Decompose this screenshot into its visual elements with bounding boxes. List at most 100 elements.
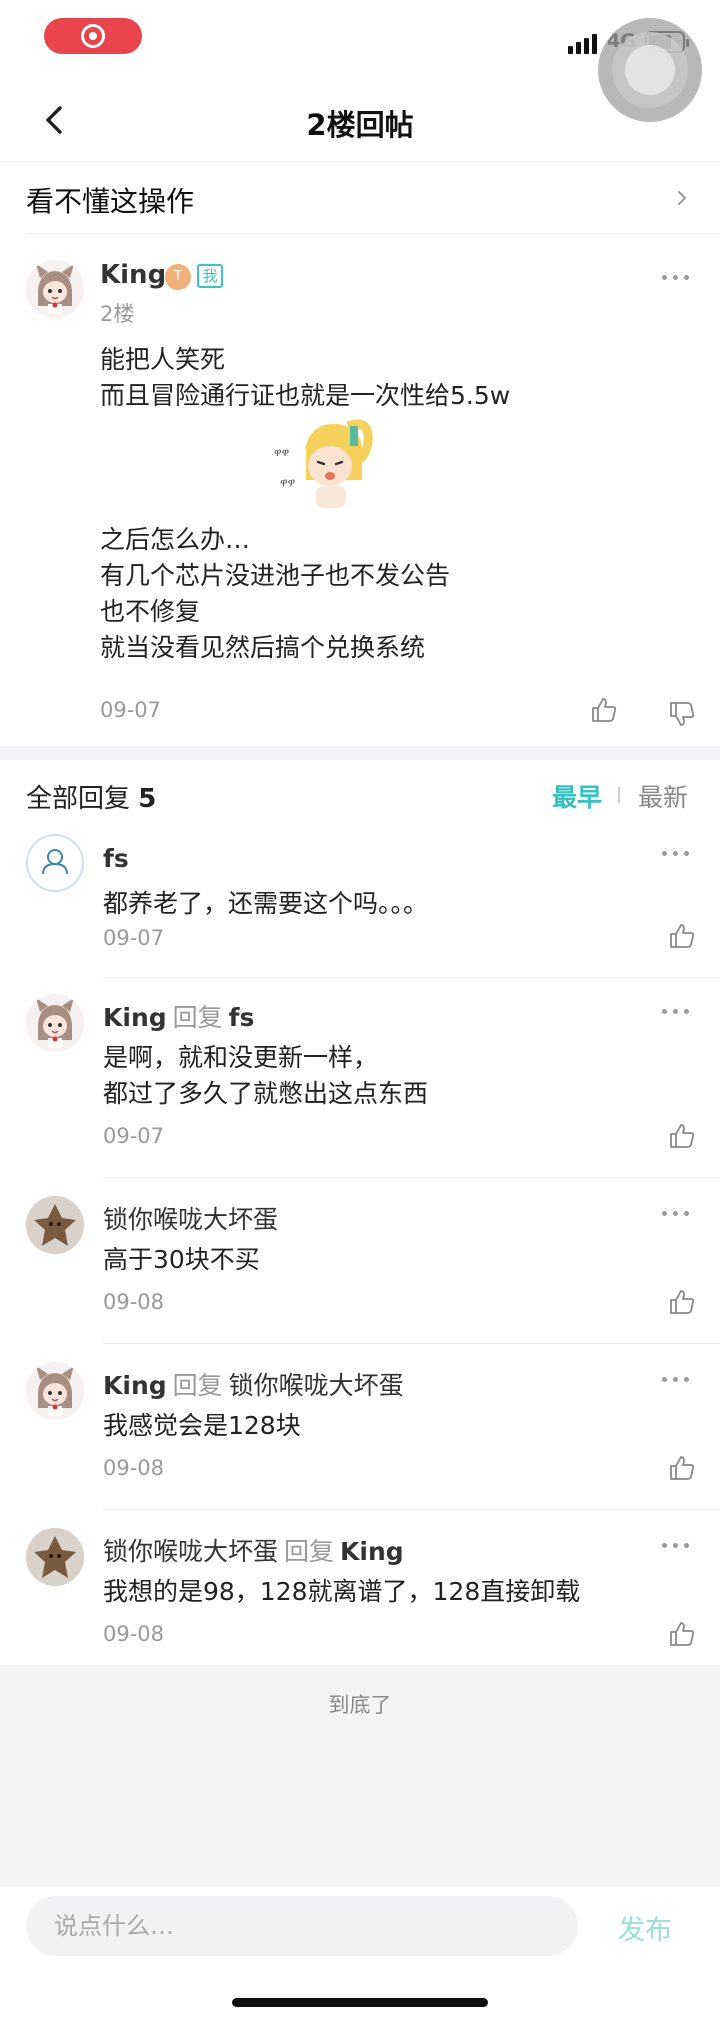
- reply-line: 都过了多久了就憋出这点东西: [103, 1079, 429, 1108]
- reply-author[interactable]: King: [103, 1371, 167, 1400]
- reply-line: 高于30块不买: [103, 1245, 260, 1274]
- reply-date: 09-08: [103, 1290, 165, 1314]
- reply-item: King 回复 锁你喉咙大坏蛋 我感觉会是128块 09-08: [0, 1356, 720, 1510]
- anime-girl-avatar-icon: [26, 260, 84, 318]
- topic-link[interactable]: 看不懂这操作: [0, 162, 720, 234]
- post-date: 09-07: [100, 698, 162, 722]
- reply-to-label: 回复: [284, 1537, 335, 1566]
- svg-text:ዋዋ: ዋዋ: [280, 476, 296, 489]
- signal-icon: [568, 32, 598, 54]
- divider: [103, 1509, 720, 1510]
- reply-header: fs: [103, 844, 129, 873]
- publish-button[interactable]: 发布: [618, 1908, 672, 1947]
- reply-target[interactable]: King: [340, 1537, 404, 1566]
- reply-header: King 回复 锁你喉咙大坏蛋: [103, 1366, 404, 1402]
- replies-header: 全部回复 5 最早 最新: [0, 760, 720, 834]
- more-options-icon[interactable]: [662, 1006, 690, 1016]
- avatar[interactable]: [26, 1196, 84, 1254]
- reply-item: fs 都养老了，还需要这个吗。。。 09-07: [0, 834, 720, 978]
- reply-line: 是啊，就和没更新一样，: [103, 1043, 379, 1072]
- avatar[interactable]: [26, 834, 84, 892]
- post-line: 就当没看见然后搞个兑换系统: [100, 633, 426, 662]
- reply-item: 锁你喉咙大坏蛋 回复 King 我想的是98，128就离谱了，128直接卸载 09-…: [0, 1522, 720, 1665]
- reply-header: King 回复 fs: [103, 998, 254, 1034]
- reply-item: King 回复 fs 是啊，就和没更新一样， 都过了多久了就憋出这点东西 09-07: [0, 988, 720, 1178]
- home-indicator[interactable]: [232, 1998, 488, 2007]
- reply-date: 09-07: [103, 1124, 165, 1148]
- reply-text: 是啊，就和没更新一样， 都过了多久了就憋出这点东西: [103, 1040, 428, 1112]
- topic-title: 看不懂这操作: [26, 185, 195, 218]
- chevron-right-icon: [678, 191, 686, 205]
- more-options-icon[interactable]: [662, 1208, 690, 1218]
- nav-bar: 2楼回帖: [0, 80, 720, 162]
- more-options-icon[interactable]: [662, 1540, 690, 1550]
- avatar[interactable]: [26, 1362, 84, 1420]
- more-options-icon[interactable]: [662, 1374, 690, 1384]
- default-user-icon: [42, 849, 68, 875]
- section-separator: [0, 746, 720, 760]
- me-badge: 我: [197, 264, 223, 288]
- reply-text: 我想的是98，128就离谱了，128直接卸载: [103, 1574, 580, 1610]
- reply-date: 09-08: [103, 1622, 165, 1646]
- post-line: 之后怎么办…: [100, 525, 251, 554]
- divider: [103, 1343, 720, 1344]
- status-bar: 4G: [0, 0, 720, 122]
- avatar[interactable]: [26, 994, 84, 1052]
- screen-recording-indicator[interactable]: [44, 18, 142, 54]
- reply-line: 我感觉会是128块: [103, 1411, 301, 1440]
- sort-newest-tab[interactable]: 最新: [638, 778, 688, 814]
- reply-author[interactable]: King: [103, 1003, 167, 1032]
- floor-number: 2楼: [100, 302, 135, 326]
- sort-earliest-tab[interactable]: 最早: [552, 778, 602, 814]
- reply-author[interactable]: 锁你喉咙大坏蛋: [103, 1205, 278, 1234]
- avatar[interactable]: [26, 1528, 84, 1586]
- avatar[interactable]: [26, 260, 84, 318]
- more-options-icon[interactable]: [662, 848, 690, 858]
- dislike-icon[interactable]: [668, 700, 696, 728]
- reply-line: 我想的是98，128就离谱了，128直接卸载: [103, 1577, 581, 1606]
- reply-text: 高于30块不买: [103, 1242, 260, 1278]
- post-line: 能把人笑死: [100, 345, 226, 374]
- reply-target[interactable]: fs: [229, 1003, 255, 1032]
- reply-author[interactable]: fs: [103, 844, 129, 873]
- like-icon[interactable]: [668, 1122, 696, 1150]
- comment-input[interactable]: [26, 1896, 578, 1956]
- anime-girl-avatar-icon: [26, 1362, 84, 1420]
- reply-item: 锁你喉咙大坏蛋 高于30块不买 09-08: [0, 1190, 720, 1344]
- divider: [103, 1177, 720, 1178]
- cookie-figure-avatar-icon: [26, 1528, 84, 1586]
- reply-target[interactable]: 锁你喉咙大坏蛋: [229, 1371, 404, 1400]
- replies-title: 全部回复 5: [26, 778, 156, 815]
- level-badge: T: [165, 264, 191, 290]
- anime-sticker-icon: ዋዋ ዋዋ: [274, 419, 373, 508]
- divider: [618, 787, 620, 803]
- reply-author[interactable]: 锁你喉咙大坏蛋: [103, 1537, 278, 1566]
- post-line: 而且冒险通行证也就是一次性给5.5w: [100, 381, 511, 410]
- like-icon[interactable]: [590, 696, 618, 724]
- anime-girl-avatar-icon: [26, 994, 84, 1052]
- divider: [103, 977, 720, 978]
- replies-title-label: 全部回复: [26, 784, 131, 814]
- reply-text: 我感觉会是128块: [103, 1408, 301, 1444]
- list-end-area: 到底了: [0, 1665, 720, 1885]
- like-icon[interactable]: [668, 1454, 696, 1482]
- like-icon[interactable]: [668, 1620, 696, 1648]
- post-author-name[interactable]: King: [100, 260, 166, 290]
- reply-to-label: 回复: [172, 1003, 223, 1032]
- reply-date: 09-08: [103, 1456, 165, 1480]
- more-options-icon[interactable]: [662, 272, 690, 282]
- comment-bar: 发布: [0, 1885, 720, 2021]
- cookie-figure-avatar-icon: [26, 1196, 84, 1254]
- post-line: 也不修复: [100, 597, 201, 626]
- like-icon[interactable]: [668, 1288, 696, 1316]
- svg-text:ዋዋ: ዋዋ: [274, 446, 290, 459]
- end-of-list-label: 到底了: [328, 1693, 392, 1717]
- reply-to-label: 回复: [172, 1371, 223, 1400]
- reply-date: 09-07: [103, 926, 165, 950]
- reply-header: 锁你喉咙大坏蛋: [103, 1200, 278, 1236]
- replies-count: 5: [138, 784, 157, 814]
- reply-text: 都养老了，还需要这个吗。。。: [103, 886, 428, 922]
- like-icon[interactable]: [668, 922, 696, 950]
- post-line: 有几个芯片没进池子也不发公告: [100, 561, 451, 590]
- page-title: 2楼回帖: [306, 108, 414, 142]
